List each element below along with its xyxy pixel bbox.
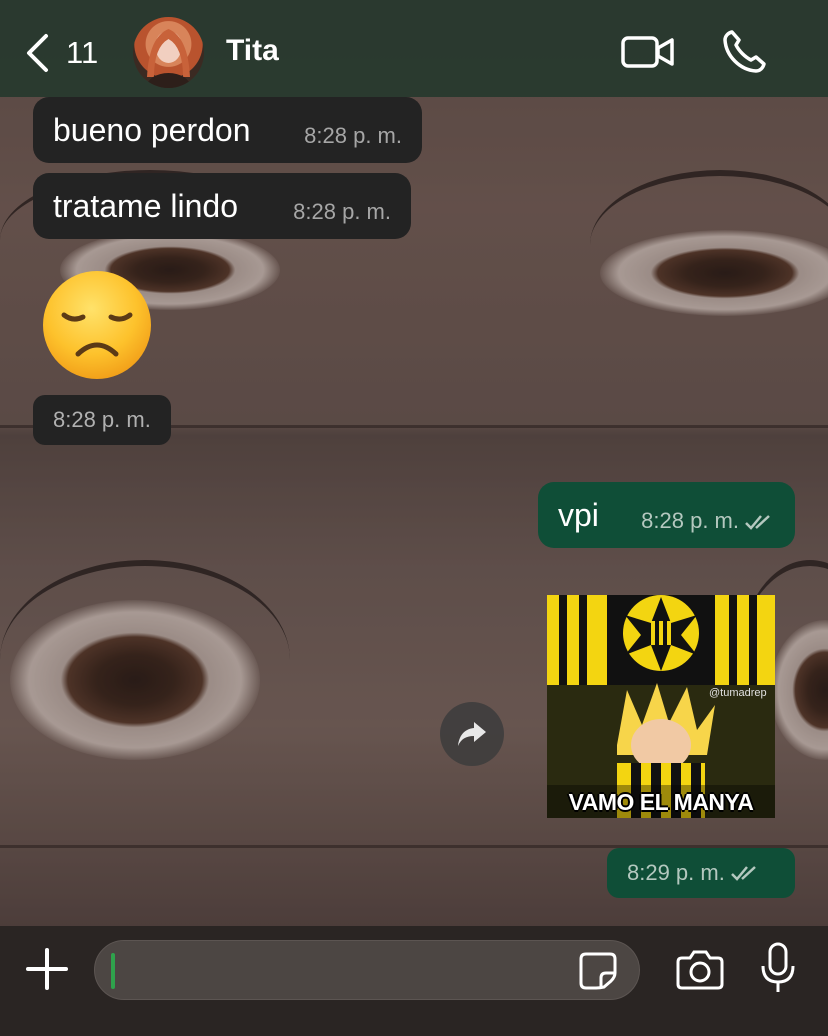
message-time: 8:28 p. m. xyxy=(641,508,739,533)
message-text: tratame lindo xyxy=(53,187,238,224)
disappointed-face-emoji[interactable] xyxy=(40,270,154,380)
message-text: vpi xyxy=(558,496,599,533)
microphone-icon[interactable] xyxy=(760,942,796,994)
read-ticks-icon xyxy=(745,515,770,531)
chat-header: 11 Tita xyxy=(0,0,828,97)
back-button[interactable]: 11 xyxy=(24,30,104,76)
message-time: 8:28 p. m. xyxy=(53,407,151,432)
sticker-image[interactable]: @tumadrep VAMO EL MANYA xyxy=(547,595,775,818)
sticker-watermark: @tumadrep xyxy=(709,687,767,699)
chevron-left-icon xyxy=(27,34,48,72)
text-caret xyxy=(111,953,115,989)
message-bubble-outgoing[interactable]: vpi 8:28 p. m. xyxy=(538,482,795,548)
video-camera-icon[interactable] xyxy=(620,30,676,74)
emoji-timestamp: 8:28 p. m. xyxy=(33,395,171,445)
sticker-icon[interactable] xyxy=(578,951,618,991)
sticker-timestamp: 8:29 p. m. xyxy=(607,848,795,898)
message-time: 8:28 p. m. xyxy=(293,199,391,224)
message-text: bueno perdon xyxy=(53,111,251,148)
message-bubble-incoming[interactable]: tratame lindo 8:28 p. m. xyxy=(33,173,411,239)
unread-count: 11 xyxy=(66,35,99,70)
message-meta: 8:28 p. m. xyxy=(641,508,775,534)
message-time: 8:29 p. m. xyxy=(627,860,725,885)
plus-icon[interactable] xyxy=(24,946,70,992)
camera-icon[interactable] xyxy=(676,948,724,990)
avatar[interactable] xyxy=(133,17,204,88)
read-ticks-icon xyxy=(730,866,756,881)
forward-arrow-icon xyxy=(458,722,486,746)
phone-icon[interactable] xyxy=(720,28,768,76)
message-input[interactable] xyxy=(94,940,640,1000)
sticker-caption: VAMO EL MANYA xyxy=(568,789,754,815)
contact-name[interactable]: Tita xyxy=(226,34,279,68)
forward-button[interactable] xyxy=(440,702,504,766)
sticker-art xyxy=(547,595,775,818)
message-bubble-incoming[interactable]: bueno perdon 8:28 p. m. xyxy=(33,97,422,163)
message-time: 8:28 p. m. xyxy=(304,123,402,148)
avatar-photo xyxy=(146,29,191,88)
